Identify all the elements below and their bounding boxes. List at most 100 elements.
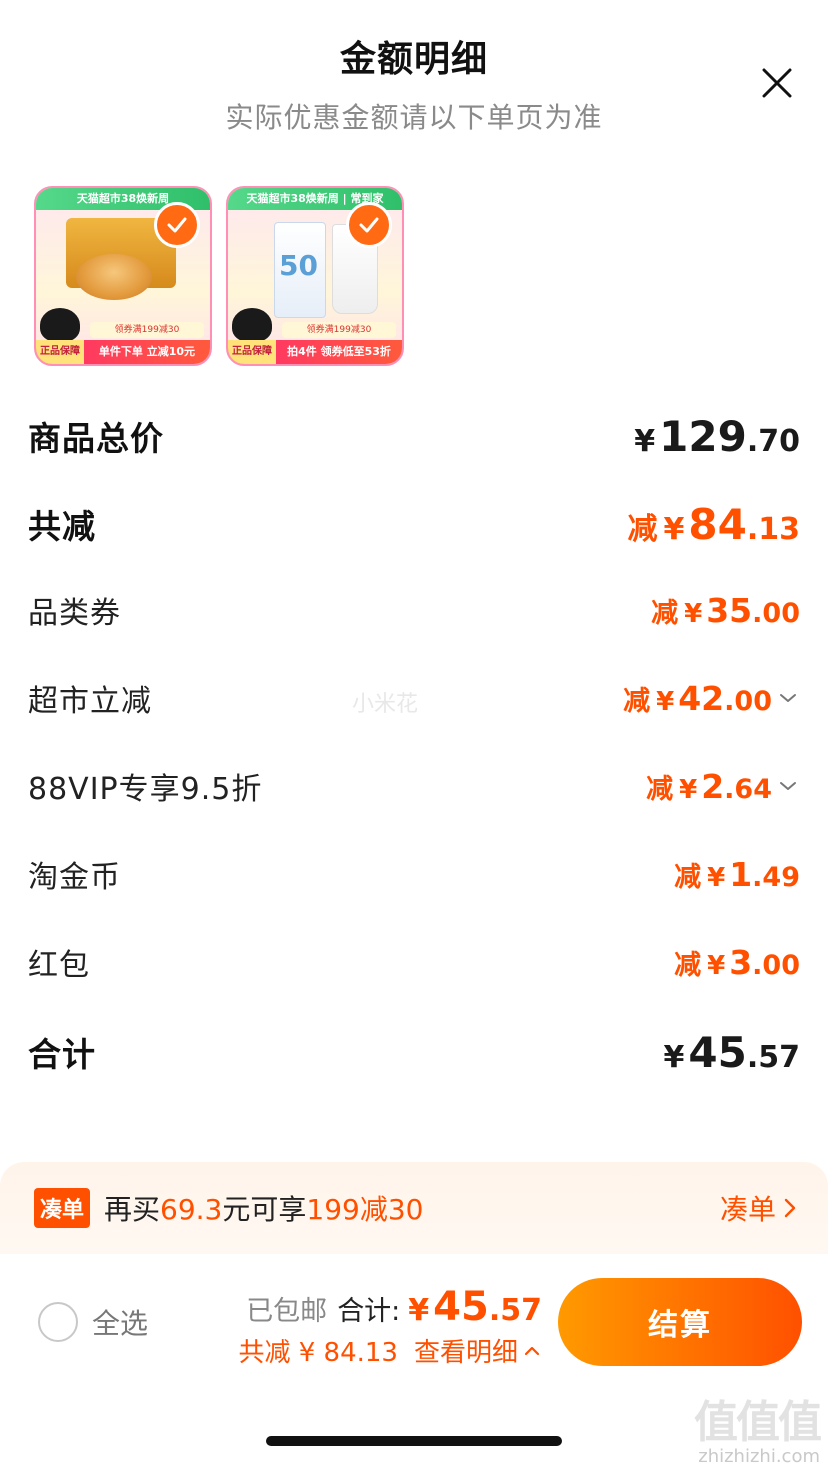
- goods-total-label: 商品总价: [28, 419, 164, 458]
- chevron-right-icon: [784, 1198, 796, 1218]
- amount-integer: 45: [688, 1027, 747, 1077]
- close-icon: [762, 68, 792, 98]
- total-discount-row: 共减 减 ¥ 84 .13: [28, 494, 800, 554]
- promo-text-mid: 元可享: [222, 1193, 307, 1226]
- summary-discount-line: 共减 ¥ 84.13 查看明细: [238, 1332, 542, 1369]
- footer-discount-text: 共减 ¥ 84.13: [238, 1338, 398, 1368]
- currency-symbol: ¥: [656, 686, 675, 717]
- site-watermark: 值值值 zhizhizhi.com: [694, 1386, 822, 1465]
- vip-discount-right: 减 ¥ 2 .64: [646, 767, 800, 806]
- category-coupon-label: 品类券: [28, 596, 121, 631]
- currency-symbol: ¥: [684, 598, 703, 629]
- add-on-promo-text: 再买69.3元可享199减30: [104, 1188, 720, 1228]
- close-button[interactable]: [760, 66, 794, 100]
- footer-total-amount: ¥ 45 .57: [408, 1284, 542, 1330]
- category-coupon-amount: 减 ¥ 35 .00: [651, 591, 800, 630]
- currency-symbol: ¥: [634, 423, 656, 459]
- supermarket-discount-right: 减 ¥ 42 .00: [623, 679, 800, 718]
- amount-decimal: .00: [752, 597, 800, 629]
- thumbnail-promo-text: 单件下单 立减10元: [98, 345, 196, 358]
- product-thumbnail[interactable]: 天猫超市38焕新周 | 常到家 50 领券满199减30 正品保障 拍4件 领券…: [226, 186, 404, 366]
- currency-symbol: ¥: [408, 1293, 430, 1328]
- vip-discount-row[interactable]: 88VIP专享9.5折 减 ¥ 2 .64: [28, 756, 800, 816]
- sheet-title: 金额明细: [339, 39, 488, 80]
- amount-decimal: .70: [746, 423, 800, 459]
- discount-prefix: 减: [651, 597, 679, 629]
- amount-integer: 84: [688, 499, 747, 549]
- currency-symbol: ¥: [679, 774, 698, 805]
- red-packet-amount: 减 ¥ 3 .00: [674, 943, 800, 982]
- home-indicator[interactable]: [266, 1436, 562, 1446]
- thumbnail-promo-text: 拍4件 领券低至53折: [287, 345, 391, 358]
- watermark-logo-mark: 值值值: [694, 1397, 822, 1448]
- red-packet-row: 红包 减 ¥ 3 .00: [28, 932, 800, 992]
- carton-number: 50: [279, 249, 318, 282]
- add-on-link-label: 凑单: [719, 1193, 776, 1226]
- total-label: 合计:: [337, 1296, 401, 1327]
- currency-symbol: ¥: [663, 1039, 685, 1075]
- free-shipping-label: 已包邮: [246, 1296, 328, 1327]
- select-all-label: 全选: [92, 1307, 149, 1340]
- currency-symbol: ¥: [707, 950, 726, 981]
- amount-integer: 129: [659, 411, 747, 461]
- goods-total-row: 商品总价 ¥ 129 .70: [28, 406, 800, 466]
- grand-total-label: 合计: [28, 1035, 96, 1074]
- promo-offer: 199减30: [306, 1193, 424, 1226]
- select-all-toggle[interactable]: 全选: [38, 1302, 148, 1342]
- red-packet-label: 红包: [28, 948, 90, 983]
- add-on-promo-bar: 凑单 再买69.3元可享199减30 凑单: [0, 1162, 828, 1254]
- amount-integer: 2: [701, 766, 725, 806]
- taojinbi-label: 淘金币: [28, 860, 121, 895]
- thumbnail-bottom-bar: 正品保障 单件下单 立减10元: [36, 340, 210, 364]
- amount-decimal: .13: [746, 511, 800, 547]
- supermarket-discount-label: 超市立减: [28, 684, 152, 719]
- chevron-up-icon: [524, 1346, 540, 1355]
- watermark-text: 小米花: [352, 692, 419, 717]
- authentic-tag: 正品保障: [228, 340, 276, 364]
- amount-decimal: .57: [488, 1293, 542, 1328]
- product-bread-image: [76, 254, 152, 300]
- order-summary: 已包邮 合计: ¥ 45 .57 共减 ¥ 84.13 查看明细: [238, 1284, 542, 1369]
- thumbnail-coupon-info: 领券满199减30: [90, 322, 204, 338]
- promo-amount: 69.3: [160, 1193, 223, 1226]
- view-details-link[interactable]: 查看明细: [414, 1332, 542, 1369]
- add-on-tag: 凑单: [34, 1188, 91, 1228]
- amount-integer: 1: [729, 854, 753, 894]
- sheet-header: 金额明细 实际优惠金额请以下单页为准: [0, 30, 828, 136]
- currency-symbol: ¥: [663, 511, 685, 547]
- tmall-cat-icon: [232, 308, 272, 342]
- milk-carton-image: 50: [274, 222, 326, 318]
- total-discount-label: 共减: [28, 507, 96, 546]
- goods-total-amount: ¥ 129 .70: [634, 412, 800, 461]
- amount-integer: 45: [433, 1284, 489, 1330]
- discount-prefix: 减: [623, 685, 651, 717]
- sheet-subtitle: 实际优惠金额请以下单页为准: [225, 101, 603, 134]
- discount-prefix: 减: [674, 949, 702, 981]
- amount-integer: 3: [729, 942, 753, 982]
- amount-integer: 35: [706, 590, 753, 630]
- add-on-link[interactable]: 凑单: [720, 1188, 800, 1228]
- watermark-url: zhizhizhi.com: [698, 1446, 820, 1465]
- discount-prefix: 减: [627, 511, 658, 547]
- chevron-down-icon[interactable]: [776, 774, 800, 798]
- amount-integer: 42: [678, 678, 725, 718]
- authentic-tag: 正品保障: [36, 340, 84, 364]
- chevron-down-icon[interactable]: [776, 686, 800, 710]
- grand-total-row: 合计 ¥ 45 .57: [28, 1022, 800, 1082]
- amount-decimal: .00: [724, 685, 772, 717]
- total-discount-amount: 减 ¥ 84 .13: [628, 500, 800, 549]
- amount-decimal: .49: [752, 861, 800, 893]
- selected-check-icon[interactable]: [154, 202, 200, 248]
- selected-check-icon[interactable]: [346, 202, 392, 248]
- amount-decimal: .64: [724, 773, 772, 805]
- summary-total-line: 已包邮 合计: ¥ 45 .57: [238, 1284, 542, 1330]
- checkout-button[interactable]: 结算: [558, 1278, 802, 1366]
- select-all-radio[interactable]: [38, 1302, 78, 1342]
- vip-discount-amount: 减 ¥ 2 .64: [646, 767, 772, 806]
- grand-total-amount: ¥ 45 .57: [664, 1028, 800, 1077]
- discount-prefix: 减: [674, 861, 702, 893]
- tmall-cat-icon: [40, 308, 80, 342]
- product-thumbnail[interactable]: 天猫超市38焕新周 领券满199减30 正品保障 单件下单 立减10元: [34, 186, 212, 366]
- thumbnail-coupon-info: 领券满199减30: [282, 322, 396, 338]
- vip-discount-label: 88VIP专享9.5折: [28, 772, 263, 807]
